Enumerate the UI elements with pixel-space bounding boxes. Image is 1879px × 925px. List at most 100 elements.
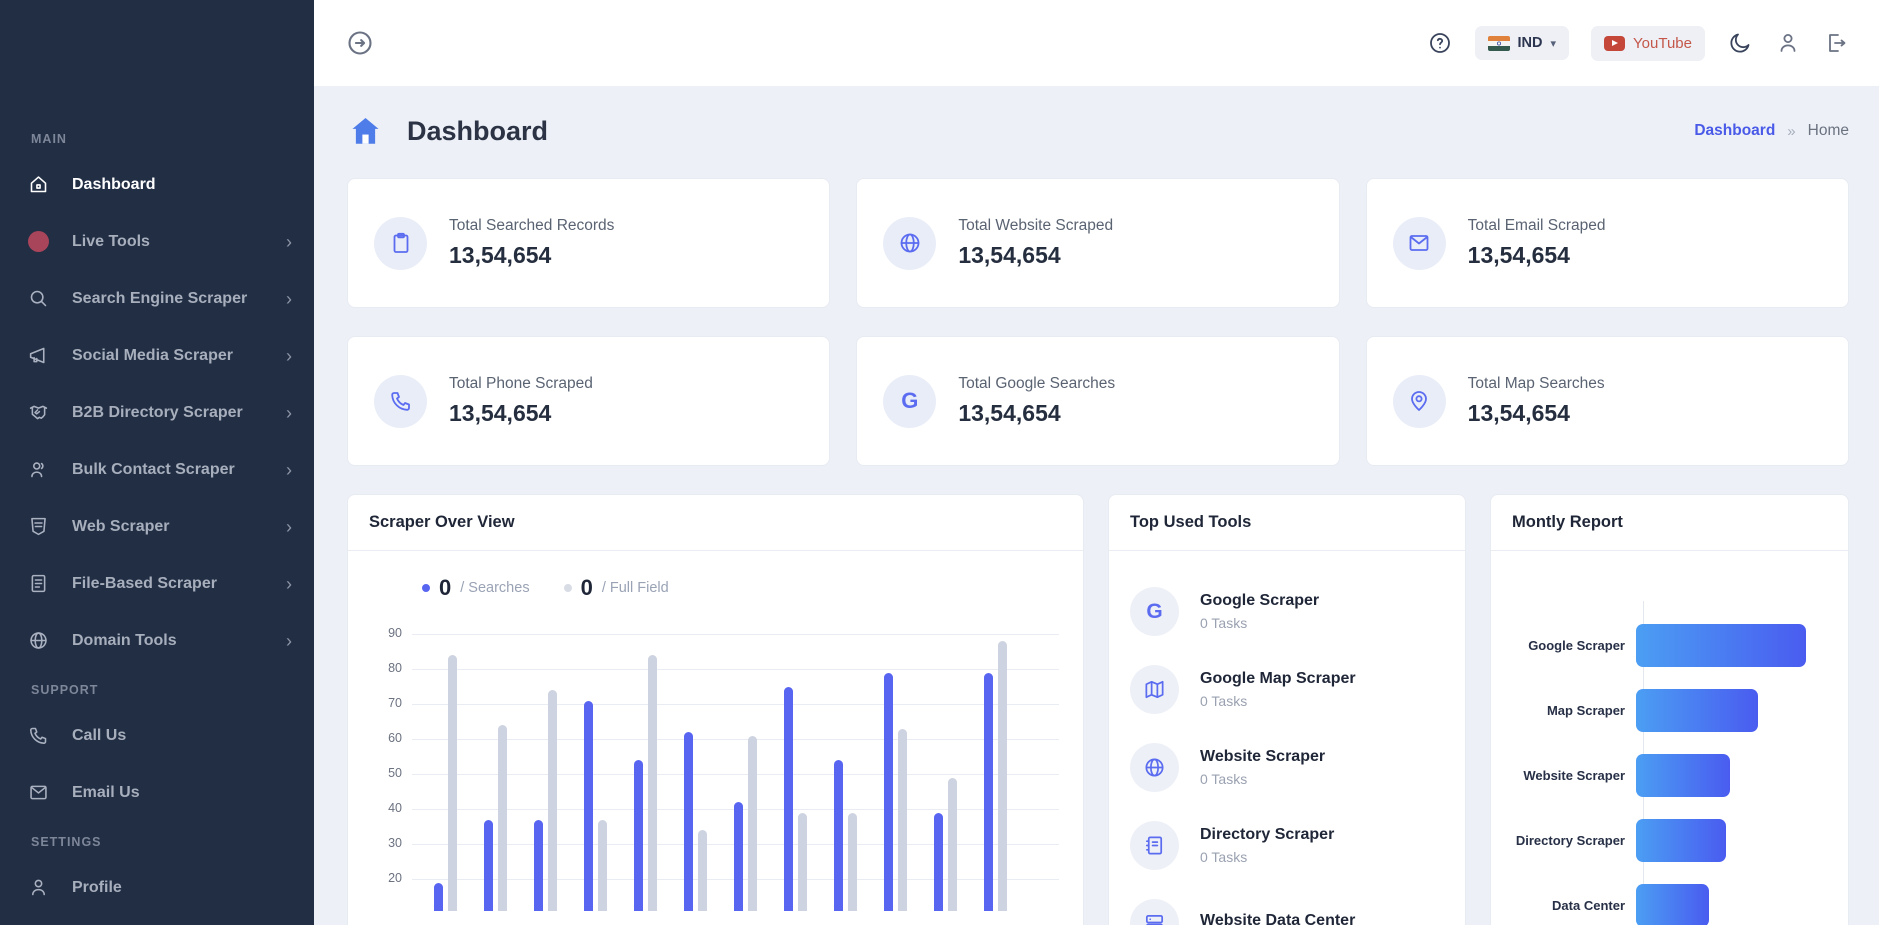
tool-item-website-data-center[interactable]: Website Data Center <box>1130 899 1444 925</box>
sidebar-item-label: Live Tools <box>72 233 286 251</box>
chart-bar <box>484 820 493 912</box>
map-pin-icon <box>1393 375 1446 428</box>
legend-dot-icon <box>564 584 572 592</box>
stat-label: Total Google Searches <box>958 375 1115 393</box>
mail-icon <box>1393 217 1446 270</box>
stat-label: Total Email Scraped <box>1468 217 1606 235</box>
breadcrumb: Dashboard » Home <box>1694 122 1849 140</box>
help-icon[interactable] <box>1427 30 1453 56</box>
legend-value: 0 <box>581 575 593 601</box>
chart-bar <box>898 729 907 912</box>
tool-name: Website Data Center <box>1200 912 1355 925</box>
sidebar-group-label: MAIN <box>0 118 314 156</box>
india-flag-icon <box>1488 36 1510 51</box>
chart-bar <box>448 655 457 911</box>
sidebar-item-search-engine-scraper[interactable]: Search Engine Scraper› <box>0 270 314 327</box>
stat-card: Total Email Scraped 13,54,654 <box>1366 178 1849 308</box>
sidebar-item-email-us[interactable]: Email Us <box>0 764 314 821</box>
dark-mode-icon[interactable] <box>1727 30 1753 56</box>
chart-bar <box>998 641 1007 911</box>
chart-bar <box>984 673 993 912</box>
stat-card: Total Searched Records13,54,654 <box>347 178 830 308</box>
sidebar-item-label: Search Engine Scraper <box>72 290 286 308</box>
chart-bar <box>748 736 757 912</box>
sidebar-item-label: Profile <box>72 879 292 897</box>
users-icon <box>27 459 49 481</box>
tool-item-directory-scraper[interactable]: Directory Scraper0 Tasks <box>1130 821 1444 870</box>
tools-list: GGoogle Scraper0 Tasks Google Map Scraper… <box>1109 551 1465 925</box>
chart-bar <box>884 673 893 912</box>
logout-icon[interactable] <box>1823 30 1849 56</box>
breadcrumb-dashboard-link[interactable]: Dashboard <box>1694 122 1775 140</box>
chevron-right-icon: › <box>286 461 292 479</box>
topbar-actions: IND ▾ YouTube <box>1427 26 1849 61</box>
sidebar-item-file-based-scraper[interactable]: File-Based Scraper› <box>0 555 314 612</box>
chevron-right-icon: › <box>286 290 292 308</box>
stat-label: Total Map Searches <box>1468 375 1605 393</box>
chart-bar <box>634 760 643 911</box>
sidebar-group-label: SETTINGS <box>0 821 314 859</box>
megaphone-icon <box>27 345 49 367</box>
chart-bar <box>534 820 543 912</box>
sidebar-item-live-tools[interactable]: Live Tools› <box>0 213 314 270</box>
chart-bar <box>734 802 743 911</box>
sidebar-item-label: Web Scraper <box>72 518 286 536</box>
chart-gridline <box>412 704 1059 705</box>
stat-value: 13,54,654 <box>1468 242 1606 269</box>
page-header: Dashboard Dashboard » Home <box>347 114 1849 148</box>
chevron-right-icon: › <box>286 575 292 593</box>
legend-value: 0 <box>439 575 451 601</box>
legend-item[interactable]: 0/ Full Field <box>564 575 669 601</box>
top-used-tools-panel: Top Used Tools GGoogle Scraper0 Tasks Goo… <box>1108 494 1466 925</box>
sidebar-item-label: Domain Tools <box>72 632 286 650</box>
tool-name: Directory Scraper <box>1200 826 1334 844</box>
globe-icon <box>1130 743 1179 792</box>
chart-gridline <box>412 669 1059 670</box>
chart-bar <box>1636 819 1726 862</box>
sidebar-item-social-media-scraper[interactable]: Social Media Scraper› <box>0 327 314 384</box>
monthly-chart-row: Directory Scraper <box>1493 808 1826 873</box>
sidebar-item-web-scraper[interactable]: Web Scraper› <box>0 498 314 555</box>
panel-header: Top Used Tools <box>1109 495 1465 551</box>
chevron-right-icon: › <box>286 518 292 536</box>
sidebar-item-domain-tools[interactable]: Domain Tools› <box>0 612 314 669</box>
legend-label: / Searches <box>460 580 529 596</box>
chevron-right-icon: › <box>286 404 292 422</box>
tool-item-google-map-scraper[interactable]: Google Map Scraper0 Tasks <box>1130 665 1444 714</box>
legend-item[interactable]: 0 / Searches <box>422 575 530 601</box>
sidebar-item-label: Email Us <box>72 784 292 802</box>
phone-icon <box>27 725 49 747</box>
chart-legend: 0 / Searches 0/ Full Field <box>348 551 1083 603</box>
sidebar-toggle-button[interactable] <box>346 29 374 57</box>
page-title: Dashboard <box>407 116 548 147</box>
y-axis-tick: 40 <box>372 801 402 815</box>
sidebar-item-profile[interactable]: Profile <box>0 859 314 916</box>
panel-header: Scraper Over View <box>348 495 1083 551</box>
panel-title: Scraper Over View <box>369 513 515 531</box>
globe-icon <box>27 630 49 652</box>
sidebar-item-label: Call Us <box>72 727 292 745</box>
y-axis-tick: 30 <box>372 836 402 850</box>
user-icon[interactable] <box>1775 30 1801 56</box>
chevron-down-icon: ▾ <box>1551 37 1557 50</box>
sidebar-item-dashboard[interactable]: Dashboard <box>0 156 314 213</box>
tool-item-google-scraper[interactable]: GGoogle Scraper0 Tasks <box>1130 587 1444 636</box>
chart-bar <box>848 813 857 912</box>
bar-track <box>1635 819 1826 862</box>
sidebar-item-label: Bulk Contact Scraper <box>72 461 286 479</box>
tool-item-website-scraper[interactable]: Website Scraper0 Tasks <box>1130 743 1444 792</box>
y-axis-tick: 80 <box>372 661 402 675</box>
sidebar-item-call-us[interactable]: Call Us <box>0 707 314 764</box>
youtube-button[interactable]: YouTube <box>1591 26 1705 61</box>
sidebar-item-bulk-contact-scraper[interactable]: Bulk Contact Scraper› <box>0 441 314 498</box>
chart-bar <box>1636 884 1709 925</box>
sidebar-item-b2b-directory-scraper[interactable]: B2B Directory Scraper› <box>0 384 314 441</box>
y-axis-tick: 20 <box>372 871 402 885</box>
map-icon <box>1130 665 1179 714</box>
chart-gridline <box>412 634 1059 635</box>
overview-bar-chart: 9080706050403020 <box>372 611 1059 911</box>
category-label: Data Center <box>1493 898 1635 913</box>
language-selector[interactable]: IND ▾ <box>1475 26 1570 60</box>
chart-bar <box>434 883 443 912</box>
app-root: MAINDashboardLive Tools›Search Engine Sc… <box>0 0 1879 925</box>
